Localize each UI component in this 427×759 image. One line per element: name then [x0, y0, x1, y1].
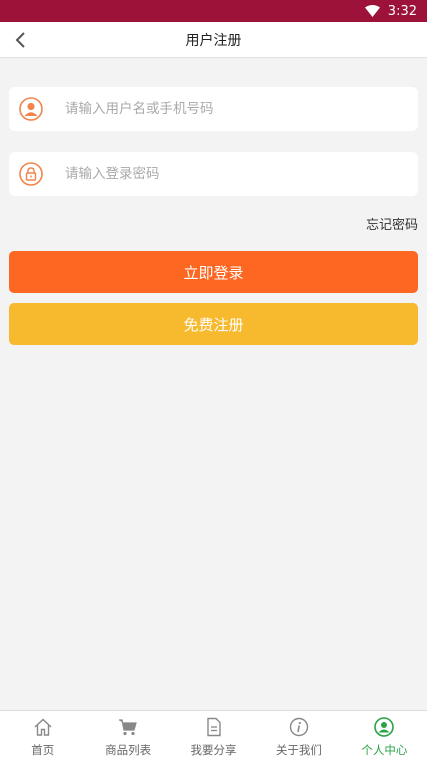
- back-button[interactable]: [8, 28, 32, 52]
- info-icon: [289, 717, 309, 737]
- username-input[interactable]: [65, 87, 418, 131]
- password-field: [9, 152, 418, 196]
- login-button[interactable]: 立即登录: [9, 251, 418, 293]
- tab-share[interactable]: 我要分享: [171, 711, 256, 759]
- user-circle-icon: [374, 717, 395, 737]
- chevron-left-icon: [15, 32, 25, 48]
- tab-label: 个人中心: [361, 743, 408, 757]
- password-input[interactable]: [65, 152, 418, 196]
- tab-about[interactable]: 关于我们: [256, 711, 341, 759]
- tab-products[interactable]: 商品列表: [85, 711, 170, 759]
- document-icon: [204, 717, 224, 737]
- cart-icon: [118, 717, 138, 737]
- username-field: [9, 87, 418, 131]
- wifi-icon: [364, 5, 380, 17]
- tab-home[interactable]: 首页: [0, 711, 85, 759]
- bottom-tab-bar: 首页 商品列表 我要分享 关于我们 个人中心: [0, 710, 427, 759]
- tab-label: 首页: [31, 743, 55, 757]
- status-time: 3:32: [387, 3, 417, 19]
- tab-label: 商品列表: [105, 743, 152, 757]
- page-title: 用户注册: [185, 32, 242, 49]
- register-button[interactable]: 免费注册: [9, 303, 418, 345]
- tab-label: 关于我们: [275, 743, 322, 757]
- tab-label: 我要分享: [190, 743, 237, 757]
- forgot-password-link[interactable]: 忘记密码: [366, 214, 418, 233]
- status-bar: 3:32: [0, 0, 427, 22]
- home-icon: [33, 717, 53, 737]
- lock-icon: [19, 162, 43, 186]
- tab-profile[interactable]: 个人中心: [342, 711, 427, 759]
- user-icon: [19, 97, 43, 121]
- nav-bar: 用户注册: [0, 22, 427, 58]
